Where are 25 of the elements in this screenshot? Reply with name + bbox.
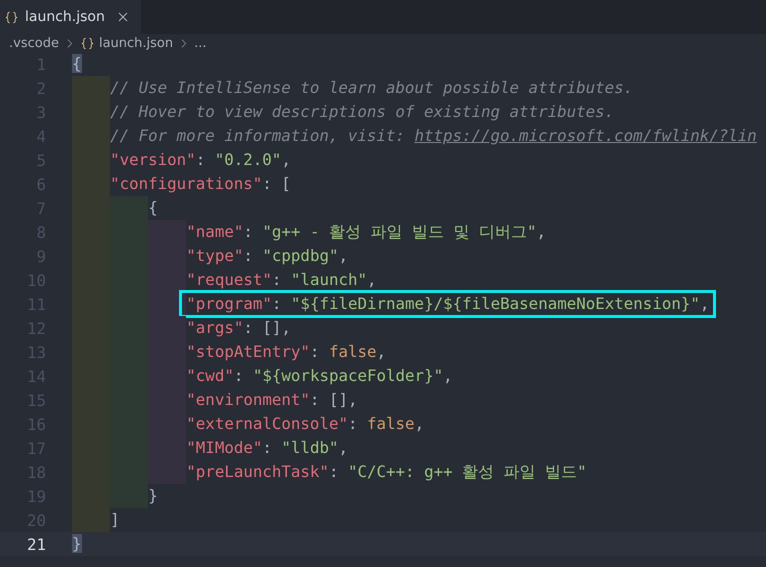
code-line: "version": "0.2.0", — [110, 150, 291, 170]
code-line: "preLaunchTask": "C/C++: g++ 활성 파일 빌드" — [186, 462, 587, 482]
code-line: "externalConsole": false, — [186, 414, 424, 434]
code-line: "request": "launch", — [186, 270, 377, 290]
code-line: "args": [], — [186, 318, 291, 338]
code-line: "stopAtEntry": false, — [186, 342, 386, 362]
code-line: "environment": [], — [186, 390, 358, 410]
breadcrumb-item[interactable]: .vscode — [9, 36, 59, 50]
code-line: ] — [110, 510, 120, 530]
line-number: 21 — [26, 534, 46, 554]
braces-icon — [80, 36, 95, 50]
code-line: "cwd": "${workspaceFolder}", — [186, 366, 453, 386]
code-line: "type": "cppdbg", — [186, 246, 348, 266]
breadcrumb-item[interactable]: ... — [194, 36, 207, 50]
braces-icon — [4, 10, 19, 24]
code-line: "MIMode": "lldb", — [186, 438, 348, 458]
code-line: // Use IntelliSense to learn about possible attributes. — [110, 78, 634, 98]
code-line: "name": "g++ - 활성 파일 빌드 및 디버그", — [186, 222, 546, 242]
code-line: "configurations": [ — [110, 174, 291, 194]
breadcrumb-item[interactable]: launch.json — [98, 36, 174, 50]
editor-tab[interactable]: launch.json — [0, 0, 141, 34]
code-line: // Hover to view descriptions of existing attributes. — [110, 102, 614, 122]
code-line: } — [148, 486, 158, 506]
code-line: // For more information, visit: https://go.microsoft.com/fwlink/?lin — [110, 126, 757, 146]
code-line: { — [148, 198, 158, 218]
